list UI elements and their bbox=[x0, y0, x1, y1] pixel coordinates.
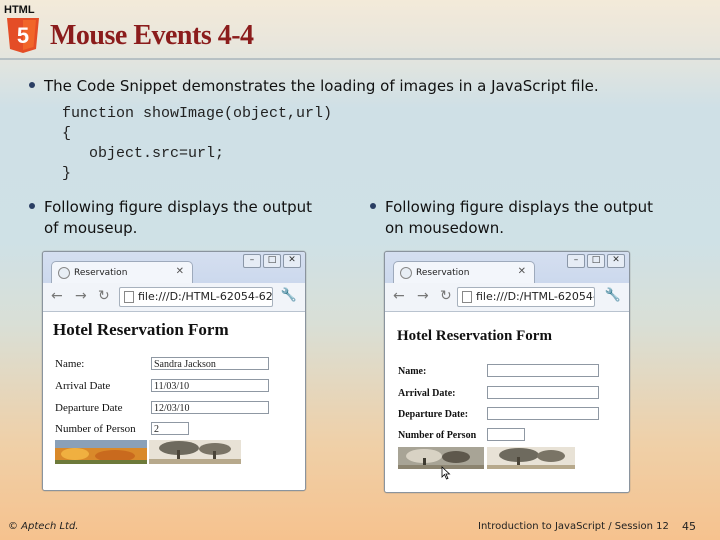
arrival-date-input[interactable] bbox=[487, 386, 599, 399]
bullet-dot bbox=[29, 203, 35, 209]
departure-date-input[interactable] bbox=[487, 407, 599, 420]
page-number: 45 bbox=[682, 520, 696, 533]
browser-chrome: Reservation ✕ – □ ✕ ← → ↻ file:///D:/HTM… bbox=[43, 252, 305, 312]
browser-window-mousedown: Reservation ✕ – □ ✕ ← → ↻ file:///D:/HTM… bbox=[384, 251, 630, 493]
tab-title: Reservation bbox=[416, 268, 470, 278]
forward-arrow-icon[interactable]: → bbox=[75, 288, 87, 304]
browser-tab[interactable]: Reservation ✕ bbox=[51, 261, 193, 284]
title-divider bbox=[0, 58, 720, 60]
bullet-line: Following figure displays the output bbox=[385, 198, 654, 216]
minimize-button[interactable]: – bbox=[243, 254, 261, 268]
tree-landscape-image[interactable] bbox=[149, 440, 241, 464]
tab-title: Reservation bbox=[74, 268, 128, 278]
field-label: Name: bbox=[55, 358, 85, 370]
address-url: file:///D:/HTML-62054-62 bbox=[476, 290, 594, 303]
maximize-button[interactable]: □ bbox=[263, 254, 281, 268]
copyright-text: © Aptech Ltd. bbox=[8, 521, 79, 532]
back-arrow-icon[interactable]: ← bbox=[51, 288, 63, 304]
departure-date-input[interactable]: 12/03/10 bbox=[151, 401, 269, 414]
code-line: } bbox=[62, 165, 72, 182]
number-of-person-input[interactable]: 2 bbox=[151, 422, 189, 435]
bullet-dot bbox=[29, 82, 35, 88]
field-label: Departure Date bbox=[55, 402, 123, 414]
address-bar[interactable]: file:///D:/HTML-62054-62 bbox=[457, 287, 595, 307]
reload-icon[interactable]: ↻ bbox=[98, 288, 110, 304]
field-label: Number of Person bbox=[55, 423, 136, 435]
browser-chrome: Reservation ✕ – □ ✕ ← → ↻ file:///D:/HTM… bbox=[385, 252, 629, 312]
close-window-button[interactable]: ✕ bbox=[607, 254, 625, 268]
wrench-icon[interactable]: 🔧 bbox=[281, 288, 297, 303]
code-line: object.src=url; bbox=[62, 145, 225, 162]
field-label: Name: bbox=[398, 366, 427, 377]
bullet-line: of mouseup. bbox=[44, 219, 138, 237]
page-content: Hotel Reservation Form Name: Arrival Dat… bbox=[385, 312, 629, 492]
browser-toolbar: ← → ↻ file:///D:/HTML-62054-62 🔧 bbox=[43, 283, 305, 312]
html5-shield-number: 5 bbox=[17, 23, 29, 48]
wrench-icon[interactable]: 🔧 bbox=[605, 288, 621, 303]
address-bar[interactable]: file:///D:/HTML-62054-62 bbox=[119, 287, 273, 307]
address-url: file:///D:/HTML-62054-62 bbox=[138, 290, 273, 303]
name-input[interactable] bbox=[487, 364, 599, 377]
browser-toolbar: ← → ↻ file:///D:/HTML-62054-62 🔧 bbox=[385, 283, 629, 312]
code-line: function showImage(object,url) bbox=[62, 105, 333, 122]
maximize-button[interactable]: □ bbox=[587, 254, 605, 268]
slide-title: Mouse Events 4-4 bbox=[50, 20, 254, 51]
close-window-button[interactable]: ✕ bbox=[283, 254, 301, 268]
browser-tab[interactable]: Reservation ✕ bbox=[393, 261, 535, 284]
number-of-person-input[interactable] bbox=[487, 428, 525, 441]
back-arrow-icon[interactable]: ← bbox=[393, 288, 405, 304]
course-session-text: Introduction to JavaScript / Session 12 bbox=[478, 521, 669, 532]
html-logo-text: HTML bbox=[4, 4, 35, 16]
bullet-line: on mousedown. bbox=[385, 219, 505, 237]
bullet-text-mousedown: Following figure displays the output on … bbox=[385, 197, 653, 239]
tab-favicon-icon bbox=[400, 267, 412, 279]
html5-shield-icon: 5 bbox=[7, 18, 39, 53]
page-icon bbox=[462, 291, 472, 303]
tab-close-icon[interactable]: ✕ bbox=[176, 266, 184, 277]
bullet-text-intro: The Code Snippet demonstrates the loadin… bbox=[44, 77, 599, 95]
bullet-dot bbox=[370, 203, 376, 209]
mouse-cursor-icon bbox=[441, 466, 451, 480]
field-label: Arrival Date: bbox=[398, 388, 456, 399]
field-label: Arrival Date bbox=[55, 380, 111, 392]
minimize-button[interactable]: – bbox=[567, 254, 585, 268]
forward-arrow-icon[interactable]: → bbox=[417, 288, 429, 304]
flower-field-image[interactable] bbox=[55, 440, 147, 464]
form-title: Hotel Reservation Form bbox=[53, 320, 229, 339]
reload-icon[interactable]: ↻ bbox=[440, 288, 452, 304]
tab-close-icon[interactable]: ✕ bbox=[518, 266, 526, 277]
tree-landscape-image-2[interactable] bbox=[487, 447, 575, 469]
page-content: Hotel Reservation Form Name: Sandra Jack… bbox=[43, 312, 305, 490]
tab-favicon-icon bbox=[58, 267, 70, 279]
page-icon bbox=[124, 291, 134, 303]
browser-window-mouseup: Reservation ✕ – □ ✕ ← → ↻ file:///D:/HTM… bbox=[42, 251, 306, 491]
code-snippet: function showImage(object,url) { object.s… bbox=[62, 104, 332, 184]
field-label: Departure Date: bbox=[398, 409, 469, 420]
field-label: Number of Person bbox=[398, 430, 477, 441]
arrival-date-input[interactable]: 11/03/10 bbox=[151, 379, 269, 392]
form-title: Hotel Reservation Form bbox=[397, 328, 552, 344]
code-line: { bbox=[62, 125, 72, 142]
name-input[interactable]: Sandra Jackson bbox=[151, 357, 269, 370]
bullet-line: Following figure displays the output bbox=[44, 198, 313, 216]
bullet-text-mouseup: Following figure displays the output of … bbox=[44, 197, 312, 239]
